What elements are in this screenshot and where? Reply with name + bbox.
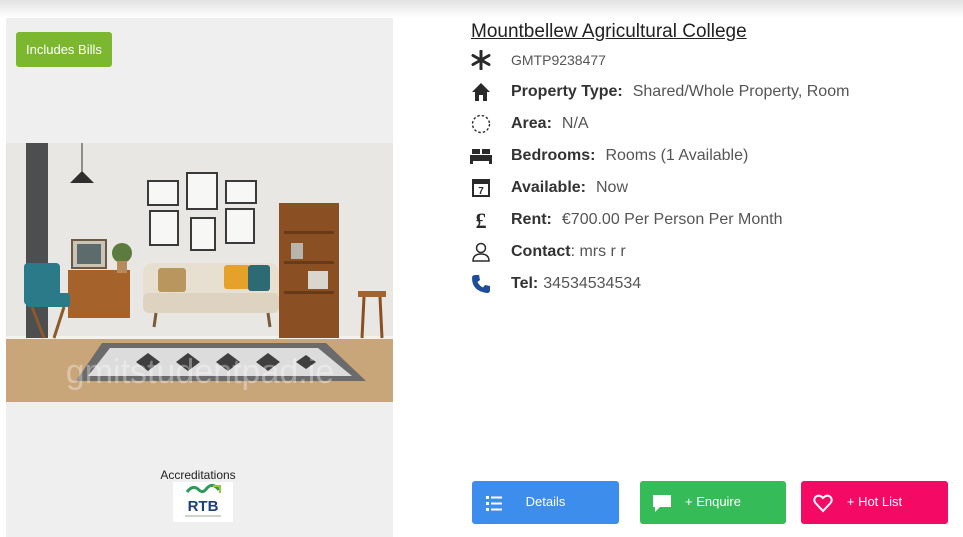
- bed-icon: [470, 145, 492, 167]
- tel-value[interactable]: 34534534534: [543, 275, 641, 293]
- dashed-circle-icon: [470, 113, 492, 135]
- includes-bills-badge: Includes Bills: [16, 32, 112, 67]
- property-type-row: Property Type: Shared/Whole Property, Ro…: [470, 80, 849, 104]
- hot-list-button[interactable]: + Hot List: [801, 481, 948, 524]
- property-type-label: Property Type:: [511, 83, 623, 100]
- rent-value: €700.00 Per Person Per Month: [561, 211, 783, 228]
- rent-label: Rent:: [511, 211, 552, 228]
- svg-text:7: 7: [478, 186, 484, 197]
- hot-list-button-label: + Hot List: [846, 494, 903, 509]
- user-icon: [470, 241, 492, 263]
- tel-row: Tel: 34534534534: [470, 272, 641, 296]
- pound-icon: £: [470, 209, 492, 231]
- home-icon: [470, 81, 492, 103]
- available-value: Now: [596, 179, 629, 196]
- asterisk-icon: [470, 49, 492, 71]
- listing-code: GMTP9238477: [511, 52, 606, 68]
- listing-title[interactable]: Mountbellew Agricultural College: [471, 21, 747, 43]
- details-button[interactable]: Details: [472, 481, 619, 524]
- tel-label: Tel:: [511, 275, 539, 292]
- rtb-logo[interactable]: RTB: [173, 482, 233, 522]
- area-label: Area:: [511, 115, 552, 132]
- property-type-value: Shared/Whole Property, Room: [632, 83, 850, 100]
- bedrooms-label: Bedrooms:: [511, 147, 596, 164]
- calendar-icon: 7: [470, 177, 492, 199]
- available-row: 7 Available: Now: [470, 176, 628, 200]
- enquire-button[interactable]: + Enquire: [640, 481, 786, 524]
- area-row: Area: N/A: [470, 112, 589, 136]
- area-value: N/A: [561, 115, 589, 132]
- rent-row: £ Rent: €700.00 Per Person Per Month: [470, 208, 783, 232]
- bedrooms-value: Rooms (1 Available): [605, 147, 749, 164]
- enquire-button-label: + Enquire: [684, 494, 741, 509]
- top-shadow: [0, 0, 963, 18]
- listing-code-row: GMTP9238477: [470, 48, 606, 72]
- contact-label: Contact: [511, 243, 571, 260]
- accreditations-label: Accreditations: [160, 468, 236, 482]
- phone-icon: [470, 273, 492, 295]
- bedrooms-row: Bedrooms: Rooms (1 Available): [470, 144, 748, 168]
- details-button-label: Details: [525, 494, 566, 509]
- available-label: Available:: [511, 179, 586, 196]
- svg-text:£: £: [476, 209, 487, 231]
- property-photo[interactable]: gmitstudentpad.ie: [6, 143, 393, 402]
- contact-value: : mrs r r: [570, 243, 626, 260]
- photo-watermark: gmitstudentpad.ie: [66, 353, 334, 391]
- contact-row: Contact : mrs r r: [470, 240, 626, 264]
- rtb-logo-text: RTB: [188, 498, 219, 515]
